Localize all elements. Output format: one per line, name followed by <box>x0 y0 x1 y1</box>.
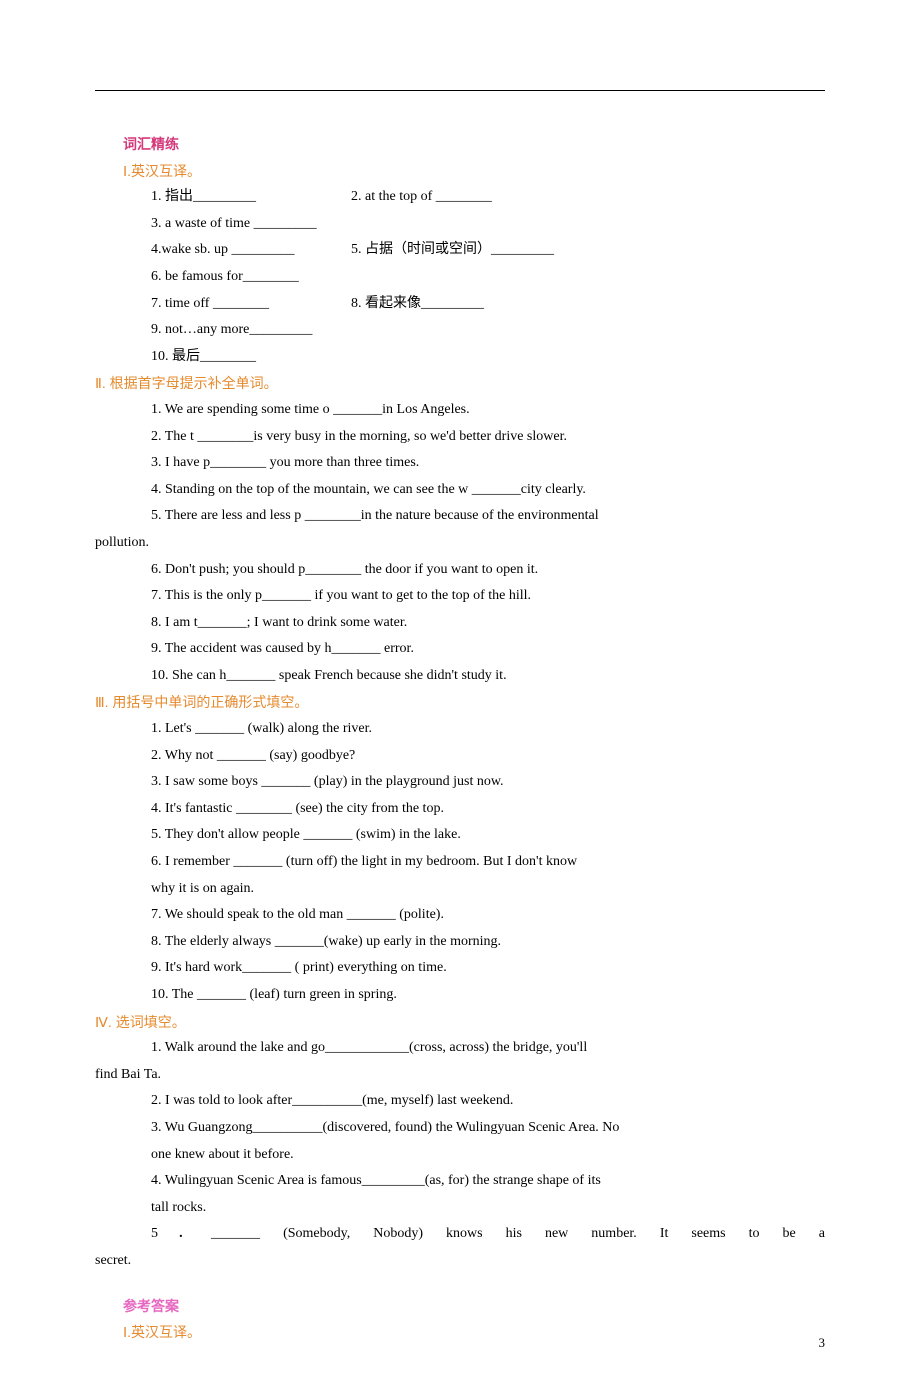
s1-q6: 6. be famous for________ <box>151 264 371 291</box>
answers-title: 参考答案 <box>95 1293 825 1320</box>
s2-q6: 6. Don't push; you should p________ the … <box>95 557 825 584</box>
s1-q4: 4.wake sb. up _________ <box>151 237 351 264</box>
s4-q3a: 3. Wu Guangzong__________(discovered, fo… <box>95 1115 825 1142</box>
s2-q5a: 5. There are less and less p ________in … <box>95 503 825 530</box>
page-number: 3 <box>819 1331 826 1356</box>
s3-q1: 1. Let's _______ (walk) along the river. <box>95 716 825 743</box>
s3-q5: 5. They don't allow people _______ (swim… <box>95 822 825 849</box>
s2-q8: 8. I am t_______; I want to drink some w… <box>95 610 825 637</box>
s4-q5b: secret. <box>95 1248 825 1275</box>
s3-q9: 9. It's hard work_______ ( print) everyt… <box>95 955 825 982</box>
s1-q8: 8. 看起来像_________ <box>351 291 611 318</box>
s4-q5a: 5．_______ (Somebody, Nobody) knows his n… <box>95 1221 825 1248</box>
section-1-heading: Ⅰ.英汉互译。 <box>95 158 825 185</box>
s1-row3: 7. time off ________ 8. 看起来像_________ 9.… <box>95 291 825 344</box>
s4-q3b: one knew about it before. <box>95 1142 825 1169</box>
page: 词汇精练 Ⅰ.英汉互译。 1. 指出_________ 2. at the to… <box>0 0 920 1386</box>
s2-q5b: pollution. <box>95 530 825 557</box>
s1-row1: 1. 指出_________ 2. at the top of ________… <box>95 184 825 237</box>
s1-q2: 2. at the top of ________ <box>351 184 611 211</box>
section-3-heading: Ⅲ. 用括号中单词的正确形式填空。 <box>95 689 825 716</box>
main-title: 词汇精练 <box>95 131 825 158</box>
s3-q10: 10. The _______ (leaf) turn green in spr… <box>95 982 825 1009</box>
s2-q9: 9. The accident was caused by h_______ e… <box>95 636 825 663</box>
section-2-heading: Ⅱ. 根据首字母提示补全单词。 <box>95 370 825 397</box>
s2-q1: 1. We are spending some time o _______in… <box>95 397 825 424</box>
s1-q9: 9. not…any more_________ <box>151 317 371 344</box>
s3-q3: 3. I saw some boys _______ (play) in the… <box>95 769 825 796</box>
s1-q1: 1. 指出_________ <box>151 184 351 211</box>
s4-q1a: 1. Walk around the lake and go__________… <box>95 1035 825 1062</box>
s1-q3: 3. a waste of time _________ <box>151 211 371 238</box>
s4-q2: 2. I was told to look after__________(me… <box>95 1088 825 1115</box>
s3-q8: 8. The elderly always _______(wake) up e… <box>95 929 825 956</box>
s3-q2: 2. Why not _______ (say) goodbye? <box>95 743 825 770</box>
s2-q2: 2. The t ________is very busy in the mor… <box>95 424 825 451</box>
section-4-heading: Ⅳ. 选词填空。 <box>95 1009 825 1036</box>
s4-q4a: 4. Wulingyuan Scenic Area is famous_____… <box>95 1168 825 1195</box>
s3-q6a: 6. I remember _______ (turn off) the lig… <box>95 849 825 876</box>
s2-q10: 10. She can h_______ speak French becaus… <box>95 663 825 690</box>
s4-q4b: tall rocks. <box>95 1195 825 1222</box>
s3-q4: 4. It's fantastic ________ (see) the cit… <box>95 796 825 823</box>
s1-row2: 4.wake sb. up _________ 5. 占据（时间或空间）____… <box>95 237 825 290</box>
answers-section-1: Ⅰ.英汉互译。 <box>95 1319 825 1346</box>
s1-q10: 10. 最后________ <box>95 344 825 371</box>
top-rule <box>95 90 825 91</box>
s1-q7: 7. time off ________ <box>151 291 351 318</box>
s2-q4: 4. Standing on the top of the mountain, … <box>95 477 825 504</box>
s2-q3: 3. I have p________ you more than three … <box>95 450 825 477</box>
spacer <box>95 1275 825 1293</box>
s4-q1b: find Bai Ta. <box>95 1062 825 1089</box>
s3-q7: 7. We should speak to the old man ______… <box>95 902 825 929</box>
s3-q6b: why it is on again. <box>95 876 825 903</box>
s2-q7: 7. This is the only p_______ if you want… <box>95 583 825 610</box>
s1-q5: 5. 占据（时间或空间）_________ <box>351 237 611 264</box>
